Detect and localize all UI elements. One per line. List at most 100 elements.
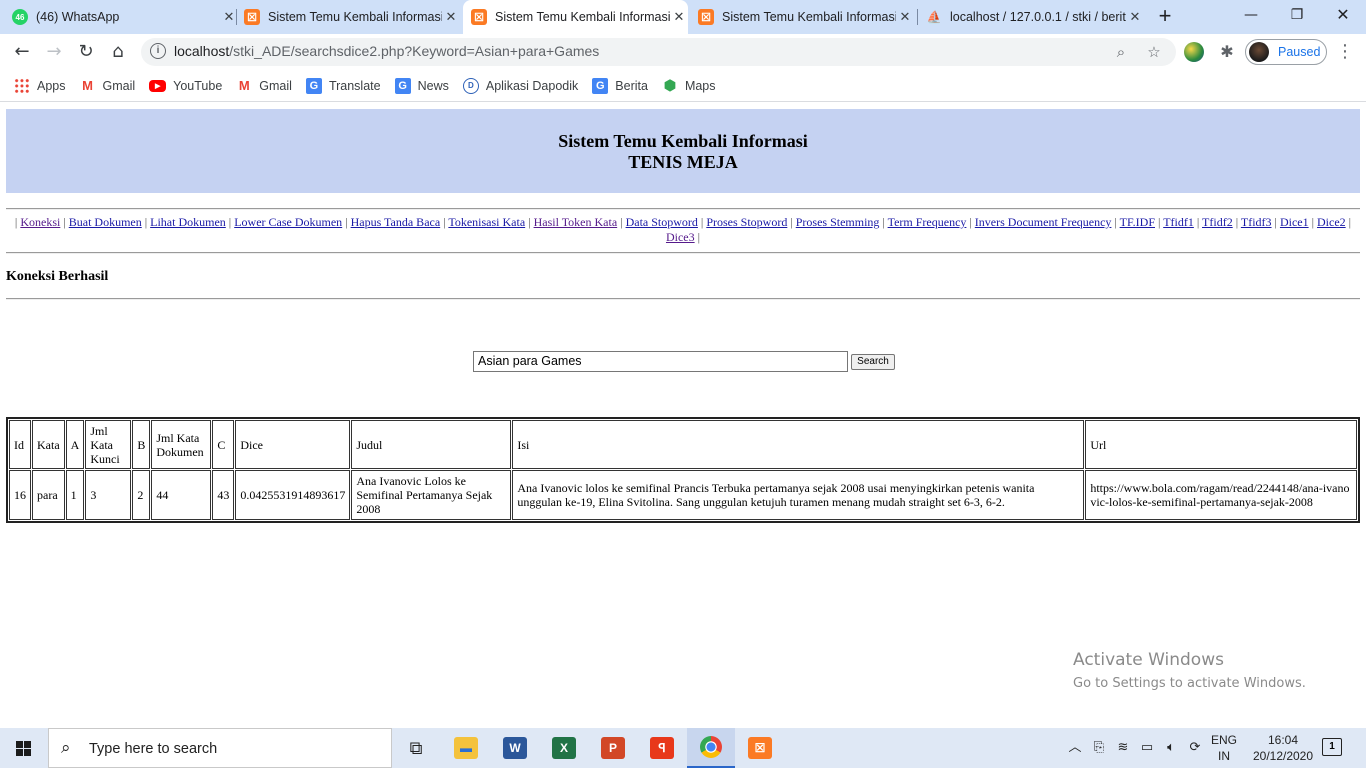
minimize-button[interactable]: — (1228, 0, 1274, 34)
page-header-banner: Sistem Temu Kembali Informasi TENIS MEJA (6, 109, 1360, 193)
profile-button[interactable]: Paused (1245, 39, 1327, 65)
nav-link-idf[interactable]: Invers Document Frequency (975, 215, 1112, 229)
tray-chevron-icon[interactable]: ︿ (1064, 728, 1086, 768)
word-icon: W (503, 737, 527, 759)
tab-title: Sistem Temu Kembali Informasi (268, 10, 442, 24)
lang-region: IN (1218, 749, 1230, 763)
results-table: Id Kata A Jml Kata Kunci B Jml Kata Doku… (6, 417, 1360, 523)
nav-link-tfidf[interactable]: TF.IDF (1120, 215, 1155, 229)
taskbar-excel[interactable]: X (540, 728, 588, 768)
bookmark-berita[interactable]: G Berita (592, 77, 648, 94)
tab-stki-1[interactable]: ☒ Sistem Temu Kembali Informasi ✕ (244, 0, 460, 34)
back-icon[interactable]: ← (8, 38, 36, 66)
forward-icon[interactable]: → (40, 38, 68, 66)
address-bar[interactable]: i localhost/stki_ADE/searchsdice2.php?Ke… (141, 38, 1176, 66)
bookmark-apps[interactable]: Apps (14, 77, 66, 94)
tab-title: (46) WhatsApp (36, 10, 120, 24)
column-header: Dice (235, 420, 351, 469)
device-icon[interactable]: ⎘ (1088, 728, 1110, 768)
menu-kebab-icon[interactable]: ⋮ (1334, 38, 1356, 66)
task-view-button[interactable]: ⧉ (392, 728, 440, 768)
close-icon[interactable]: ✕ (896, 9, 914, 25)
table-cell: 3 (85, 470, 132, 520)
taskbar-search[interactable]: ⌕ Type here to search (48, 728, 392, 768)
bookmark-dapodik[interactable]: D Aplikasi Dapodik (462, 77, 578, 94)
nav-link-tfidf1[interactable]: Tfidf1 (1163, 215, 1194, 229)
bookmark-gmail[interactable]: M Gmail (80, 78, 135, 94)
zoom-icon[interactable]: ⌕ (1110, 41, 1132, 63)
extensions-puzzle-icon[interactable]: ✱ (1215, 40, 1239, 64)
tab-stki-active[interactable]: ☒ Sistem Temu Kembali Informasi ✕ (463, 0, 688, 34)
nav-link-tfidf2[interactable]: Tfidf2 (1202, 215, 1233, 229)
close-icon[interactable]: ✕ (1126, 9, 1144, 25)
clock[interactable]: 16:04 20/12/2020 (1248, 732, 1318, 764)
volume-icon[interactable]: 🔈︎ (1160, 728, 1182, 768)
bookmark-translate[interactable]: G Translate (305, 77, 381, 94)
restore-button[interactable]: ❐ (1274, 0, 1320, 34)
taskbar-xampp[interactable]: ☒ (736, 728, 784, 768)
bookmark-news[interactable]: G News (394, 77, 449, 94)
close-icon[interactable]: ✕ (442, 9, 460, 25)
chrome-icon (700, 736, 722, 758)
windows-logo-icon (16, 741, 32, 756)
nav-link-koneksi[interactable]: Koneksi (20, 215, 60, 229)
language-indicator[interactable]: ENG IN (1208, 732, 1240, 764)
nav-link-dice3[interactable]: Dice3 (666, 230, 695, 244)
watermark-title: Activate Windows (1073, 650, 1224, 670)
table-cell: 0.0425531914893617 (235, 470, 351, 520)
bookmark-star-icon[interactable]: ☆ (1143, 41, 1165, 63)
xampp-icon: ☒ (698, 9, 714, 25)
xampp-icon: ☒ (748, 737, 772, 759)
taskbar-powerpoint[interactable]: P (589, 728, 637, 768)
divider (6, 252, 1360, 254)
bookmark-youtube[interactable]: ▶ YouTube (149, 79, 222, 93)
column-header: Jml Kata Kunci (85, 420, 132, 469)
window-close-button[interactable]: ✕ (1320, 0, 1366, 34)
tab-phpmyadmin[interactable]: ⛵ localhost / 127.0.0.1 / stki / berita … (926, 0, 1144, 34)
nav-link-dice1[interactable]: Dice1 (1280, 215, 1309, 229)
start-button[interactable] (0, 728, 48, 768)
bookmark-gmail-2[interactable]: M Gmail (236, 78, 292, 94)
nav-link-data-stopword[interactable]: Data Stopword (626, 215, 698, 229)
search-button[interactable]: Search (851, 354, 895, 370)
reload-icon[interactable]: ↻ (72, 38, 100, 66)
tab-stki-3[interactable]: ☒ Sistem Temu Kembali Informasi ✕ (698, 0, 914, 34)
nav-link-hasil-token[interactable]: Hasil Token Kata (534, 215, 618, 229)
taskbar-word[interactable]: W (491, 728, 539, 768)
close-icon[interactable]: ✕ (670, 9, 688, 25)
nav-link-proses-stemming[interactable]: Proses Stemming (796, 215, 880, 229)
nav-link-term-frequency[interactable]: Term Frequency (888, 215, 967, 229)
powerpoint-icon: P (601, 737, 625, 759)
sync-icon[interactable]: ⟳ (1184, 728, 1206, 768)
taskbar-chrome[interactable] (687, 728, 735, 768)
nav-link-tfidf3[interactable]: Tfidf3 (1241, 215, 1272, 229)
site-info-icon[interactable]: i (150, 43, 166, 59)
tab-whatsapp[interactable]: 46 (46) WhatsApp ✕ (12, 0, 238, 34)
browser-toolbar: ← → ↻ ⌂ i localhost/stki_ADE/searchsdice… (0, 34, 1366, 70)
nav-link-lihat-dokumen[interactable]: Lihat Dokumen (150, 215, 226, 229)
taskbar-pdf[interactable]: ꟼ (638, 728, 686, 768)
nav-link-proses-stopword[interactable]: Proses Stopword (706, 215, 787, 229)
battery-icon[interactable]: ▭ (1136, 728, 1158, 768)
gmail-icon: M (238, 78, 250, 93)
excel-icon: X (552, 737, 576, 759)
whatsapp-icon: 46 (12, 9, 28, 25)
nav-link-dice2[interactable]: Dice2 (1317, 215, 1346, 229)
column-header: Judul (351, 420, 512, 469)
nav-link-hapus-tanda-baca[interactable]: Hapus Tanda Baca (351, 215, 441, 229)
table-cell: 2 (132, 470, 151, 520)
nav-link-lower-case[interactable]: Lower Case Dokumen (234, 215, 342, 229)
tab-strip: 46 (46) WhatsApp ✕ ☒ Sistem Temu Kembali… (0, 0, 1366, 34)
extension-icon[interactable] (1184, 42, 1204, 62)
nav-link-tokenisasi[interactable]: Tokenisasi Kata (448, 215, 525, 229)
notification-icon[interactable]: 1 (1322, 738, 1342, 756)
bookmark-maps[interactable]: ⬢ Maps (662, 77, 716, 94)
keyword-search-input[interactable]: Asian para Games (473, 351, 848, 372)
home-icon[interactable]: ⌂ (104, 38, 132, 66)
nav-link-buat-dokumen[interactable]: Buat Dokumen (69, 215, 142, 229)
new-tab-button[interactable]: + (1152, 4, 1178, 30)
wifi-icon[interactable]: ≋ (1112, 728, 1134, 768)
table-cell: 16 (9, 470, 31, 520)
folder-icon: ▬ (454, 737, 478, 759)
taskbar-file-explorer[interactable]: ▬ (442, 728, 490, 768)
